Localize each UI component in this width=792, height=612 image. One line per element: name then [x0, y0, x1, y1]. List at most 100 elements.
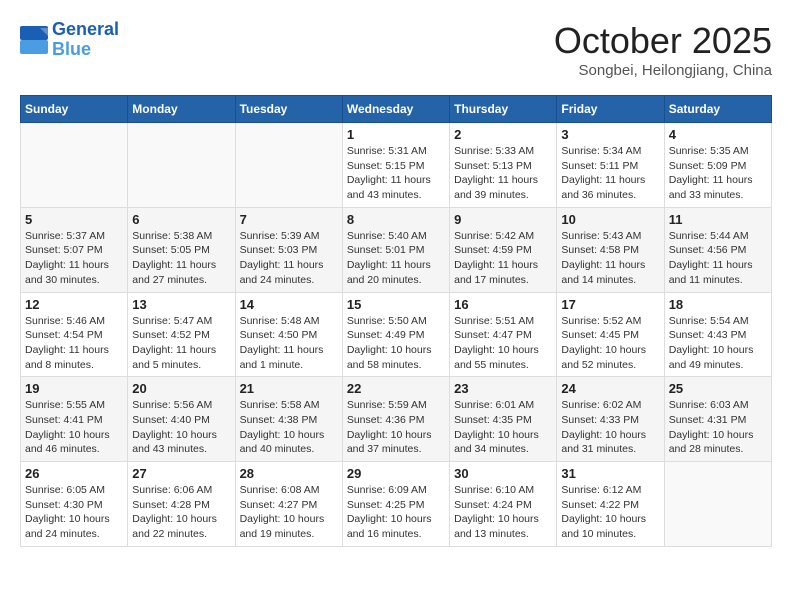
- day-info: Sunrise: 5:40 AM Sunset: 5:01 PM Dayligh…: [347, 229, 445, 288]
- day-info: Sunrise: 5:35 AM Sunset: 5:09 PM Dayligh…: [669, 144, 767, 203]
- day-info: Sunrise: 6:02 AM Sunset: 4:33 PM Dayligh…: [561, 398, 659, 457]
- calendar-cell: [235, 123, 342, 208]
- location: Songbei, Heilongjiang, China: [554, 62, 772, 79]
- day-number: 11: [669, 212, 767, 227]
- calendar-week-row: 19 Sunrise: 5:55 AM Sunset: 4:41 PM Dayli…: [21, 377, 772, 462]
- day-number: 28: [240, 466, 338, 481]
- day-number: 14: [240, 297, 338, 312]
- day-number: 2: [454, 127, 552, 142]
- calendar-cell: 25 Sunrise: 6:03 AM Sunset: 4:31 PM Dayli…: [664, 377, 771, 462]
- day-info: Sunrise: 5:37 AM Sunset: 5:07 PM Dayligh…: [25, 229, 123, 288]
- day-number: 16: [454, 297, 552, 312]
- calendar-cell: 14 Sunrise: 5:48 AM Sunset: 4:50 PM Dayli…: [235, 292, 342, 377]
- day-info: Sunrise: 5:54 AM Sunset: 4:43 PM Dayligh…: [669, 314, 767, 373]
- calendar-cell: 16Sunrise: 5:51 AM Sunset: 4:47 PM Dayli…: [450, 292, 557, 377]
- day-info: Sunrise: 6:01 AM Sunset: 4:35 PM Dayligh…: [454, 398, 552, 457]
- day-info: Sunrise: 5:39 AM Sunset: 5:03 PM Dayligh…: [240, 229, 338, 288]
- calendar-cell: 15Sunrise: 5:50 AM Sunset: 4:49 PM Dayli…: [342, 292, 449, 377]
- calendar-cell: 4 Sunrise: 5:35 AM Sunset: 5:09 PM Daylig…: [664, 123, 771, 208]
- calendar-cell: 23Sunrise: 6:01 AM Sunset: 4:35 PM Dayli…: [450, 377, 557, 462]
- day-info: Sunrise: 5:46 AM Sunset: 4:54 PM Dayligh…: [25, 314, 123, 373]
- calendar-cell: 20 Sunrise: 5:56 AM Sunset: 4:40 PM Dayli…: [128, 377, 235, 462]
- calendar-cell: 1Sunrise: 5:31 AM Sunset: 5:15 PM Daylig…: [342, 123, 449, 208]
- day-number: 26: [25, 466, 123, 481]
- day-number: 17: [561, 297, 659, 312]
- day-info: Sunrise: 5:34 AM Sunset: 5:11 PM Dayligh…: [561, 144, 659, 203]
- page-header: General Blue October 2025 Songbei, Heilo…: [20, 20, 772, 79]
- day-info: Sunrise: 6:05 AM Sunset: 4:30 PM Dayligh…: [25, 483, 123, 542]
- day-info: Sunrise: 5:42 AM Sunset: 4:59 PM Dayligh…: [454, 229, 552, 288]
- weekday-header: Saturday: [664, 96, 771, 123]
- logo-line1: General: [52, 19, 119, 39]
- day-number: 21: [240, 381, 338, 396]
- day-number: 29: [347, 466, 445, 481]
- day-number: 15: [347, 297, 445, 312]
- calendar-cell: 26 Sunrise: 6:05 AM Sunset: 4:30 PM Dayli…: [21, 462, 128, 547]
- calendar-cell: 7 Sunrise: 5:39 AM Sunset: 5:03 PM Daylig…: [235, 207, 342, 292]
- calendar-cell: [664, 462, 771, 547]
- day-info: Sunrise: 5:56 AM Sunset: 4:40 PM Dayligh…: [132, 398, 230, 457]
- day-info: Sunrise: 5:59 AM Sunset: 4:36 PM Dayligh…: [347, 398, 445, 457]
- day-info: Sunrise: 5:47 AM Sunset: 4:52 PM Dayligh…: [132, 314, 230, 373]
- weekday-row: SundayMondayTuesdayWednesdayThursdayFrid…: [21, 96, 772, 123]
- weekday-header: Tuesday: [235, 96, 342, 123]
- calendar-cell: 28 Sunrise: 6:08 AM Sunset: 4:27 PM Dayli…: [235, 462, 342, 547]
- calendar-cell: 30 Sunrise: 6:10 AM Sunset: 4:24 PM Dayli…: [450, 462, 557, 547]
- day-number: 13: [132, 297, 230, 312]
- calendar-cell: 13 Sunrise: 5:47 AM Sunset: 4:52 PM Dayli…: [128, 292, 235, 377]
- day-info: Sunrise: 5:43 AM Sunset: 4:58 PM Dayligh…: [561, 229, 659, 288]
- calendar-cell: 2 Sunrise: 5:33 AM Sunset: 5:13 PM Daylig…: [450, 123, 557, 208]
- day-info: Sunrise: 6:10 AM Sunset: 4:24 PM Dayligh…: [454, 483, 552, 542]
- day-info: Sunrise: 6:09 AM Sunset: 4:25 PM Dayligh…: [347, 483, 445, 542]
- day-number: 7: [240, 212, 338, 227]
- day-info: Sunrise: 6:06 AM Sunset: 4:28 PM Dayligh…: [132, 483, 230, 542]
- day-info: Sunrise: 5:58 AM Sunset: 4:38 PM Dayligh…: [240, 398, 338, 457]
- day-info: Sunrise: 6:08 AM Sunset: 4:27 PM Dayligh…: [240, 483, 338, 542]
- day-number: 30: [454, 466, 552, 481]
- calendar-cell: 17Sunrise: 5:52 AM Sunset: 4:45 PM Dayli…: [557, 292, 664, 377]
- logo: General Blue: [20, 20, 119, 60]
- calendar-table: SundayMondayTuesdayWednesdayThursdayFrid…: [20, 95, 772, 547]
- day-number: 3: [561, 127, 659, 142]
- day-number: 24: [561, 381, 659, 396]
- logo-text: General Blue: [52, 20, 119, 60]
- day-number: 9: [454, 212, 552, 227]
- logo-icon: [20, 26, 48, 54]
- day-info: Sunrise: 5:55 AM Sunset: 4:41 PM Dayligh…: [25, 398, 123, 457]
- calendar-cell: 6Sunrise: 5:38 AM Sunset: 5:05 PM Daylig…: [128, 207, 235, 292]
- day-info: Sunrise: 6:12 AM Sunset: 4:22 PM Dayligh…: [561, 483, 659, 542]
- calendar-cell: 27 Sunrise: 6:06 AM Sunset: 4:28 PM Dayli…: [128, 462, 235, 547]
- calendar-cell: 12Sunrise: 5:46 AM Sunset: 4:54 PM Dayli…: [21, 292, 128, 377]
- day-info: Sunrise: 6:03 AM Sunset: 4:31 PM Dayligh…: [669, 398, 767, 457]
- calendar-cell: 10 Sunrise: 5:43 AM Sunset: 4:58 PM Dayli…: [557, 207, 664, 292]
- calendar-cell: 19 Sunrise: 5:55 AM Sunset: 4:41 PM Dayli…: [21, 377, 128, 462]
- day-number: 4: [669, 127, 767, 142]
- calendar-cell: [128, 123, 235, 208]
- day-number: 27: [132, 466, 230, 481]
- calendar-week-row: 12Sunrise: 5:46 AM Sunset: 4:54 PM Dayli…: [21, 292, 772, 377]
- day-number: 20: [132, 381, 230, 396]
- calendar-body: 1Sunrise: 5:31 AM Sunset: 5:15 PM Daylig…: [21, 123, 772, 547]
- day-info: Sunrise: 5:31 AM Sunset: 5:15 PM Dayligh…: [347, 144, 445, 203]
- day-number: 25: [669, 381, 767, 396]
- weekday-header: Sunday: [21, 96, 128, 123]
- weekday-header: Monday: [128, 96, 235, 123]
- day-info: Sunrise: 5:48 AM Sunset: 4:50 PM Dayligh…: [240, 314, 338, 373]
- calendar-cell: 22Sunrise: 5:59 AM Sunset: 4:36 PM Dayli…: [342, 377, 449, 462]
- calendar-cell: 5Sunrise: 5:37 AM Sunset: 5:07 PM Daylig…: [21, 207, 128, 292]
- calendar-cell: 31Sunrise: 6:12 AM Sunset: 4:22 PM Dayli…: [557, 462, 664, 547]
- weekday-header: Wednesday: [342, 96, 449, 123]
- day-number: 10: [561, 212, 659, 227]
- calendar-cell: 3 Sunrise: 5:34 AM Sunset: 5:11 PM Daylig…: [557, 123, 664, 208]
- calendar-cell: 24 Sunrise: 6:02 AM Sunset: 4:33 PM Dayli…: [557, 377, 664, 462]
- day-number: 19: [25, 381, 123, 396]
- calendar-cell: [21, 123, 128, 208]
- day-info: Sunrise: 5:33 AM Sunset: 5:13 PM Dayligh…: [454, 144, 552, 203]
- day-info: Sunrise: 5:44 AM Sunset: 4:56 PM Dayligh…: [669, 229, 767, 288]
- calendar-cell: 29 Sunrise: 6:09 AM Sunset: 4:25 PM Dayli…: [342, 462, 449, 547]
- calendar-week-row: 5Sunrise: 5:37 AM Sunset: 5:07 PM Daylig…: [21, 207, 772, 292]
- calendar-cell: 18Sunrise: 5:54 AM Sunset: 4:43 PM Dayli…: [664, 292, 771, 377]
- logo-line2: Blue: [52, 40, 119, 60]
- day-number: 6: [132, 212, 230, 227]
- title-block: October 2025 Songbei, Heilongjiang, Chin…: [554, 20, 772, 79]
